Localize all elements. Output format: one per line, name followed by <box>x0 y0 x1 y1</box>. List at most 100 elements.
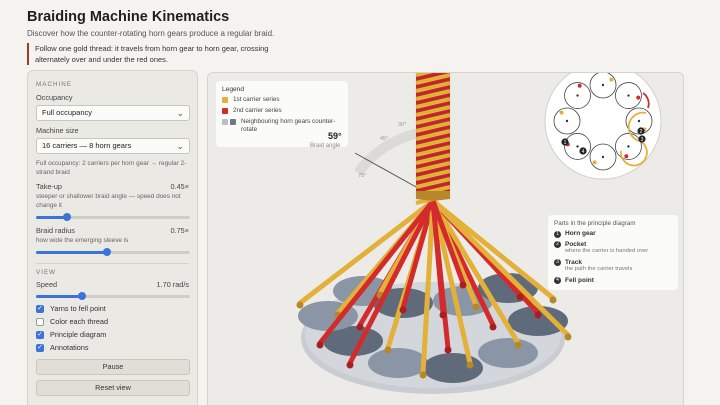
horn-gear <box>423 353 483 383</box>
carrier-bobbin <box>316 341 324 349</box>
speed-value: 1.70 rad/s <box>156 280 189 289</box>
carrier-bobbin <box>489 323 497 331</box>
part-title: Track <box>565 258 582 266</box>
svg-text:4: 4 <box>582 149 585 155</box>
part-title: Pocket <box>565 240 587 248</box>
angle-tick-45: 45° <box>380 136 389 142</box>
checkbox-2[interactable]: ✓ Principle diagram <box>36 330 189 339</box>
control-panel: MACHINE Occupancy Full occupancy ⌄ Machi… <box>27 70 198 405</box>
braid-radius-value: 0.75× <box>170 226 189 235</box>
takeup-note: steeper or shallower braid angle — speed… <box>36 193 181 209</box>
checkbox-checked-icon[interactable]: ✓ <box>36 304 44 313</box>
carrier-bobbin <box>399 306 407 314</box>
checkbox-label: Principle diagram <box>50 330 107 339</box>
pause-button[interactable]: Pause <box>36 359 190 375</box>
carrier-bobbin <box>384 346 392 354</box>
gold-thread-callout: Follow one gold thread: it travels from … <box>27 43 295 65</box>
chevron-down-icon: ⌄ <box>176 141 184 151</box>
angle-tick-75: 75° <box>358 173 367 179</box>
checkbox-1[interactable]: Color each thread <box>36 317 189 326</box>
principle-carrier <box>592 160 597 165</box>
chevron-down-icon: ⌄ <box>176 108 184 118</box>
braid-angle-label: Braid angle <box>310 143 341 149</box>
carrier-bobbin <box>419 371 427 379</box>
page-subtitle: Discover how the counter-rotating horn g… <box>27 29 275 38</box>
takeup-value: 0.45× <box>170 182 189 191</box>
part-number-badge: 4 <box>554 277 561 284</box>
slider-thumb[interactable] <box>102 248 111 256</box>
part-number-badge: 1 <box>554 230 561 238</box>
part-title: Fell point <box>565 276 594 284</box>
red-swatch <box>222 108 228 114</box>
slider-thumb[interactable] <box>62 213 71 221</box>
checkbox-empty-icon[interactable] <box>36 317 44 326</box>
carrier-bobbin <box>534 311 542 319</box>
checkbox-0[interactable]: ✓ Yarns to fell point <box>36 304 189 313</box>
parts-item: 1 Horn gear <box>554 230 672 238</box>
carrier-bobbin <box>459 281 467 289</box>
svg-text:1: 1 <box>564 140 567 146</box>
checkbox-label: Color each thread <box>50 317 109 326</box>
checkbox-checked-icon[interactable]: ✓ <box>36 330 44 339</box>
parts-item: 4 Fell point <box>554 276 672 284</box>
carrier-bobbin <box>346 361 354 369</box>
parts-item: 2 Pocket where the carrier is handed over <box>554 241 672 256</box>
occupancy-select[interactable]: Full occupancy ⌄ <box>36 105 190 121</box>
principle-diagram <box>544 73 662 180</box>
part-description: where the carrier is handed over <box>565 248 649 254</box>
carrier-bobbin <box>466 361 474 369</box>
carrier-bobbin <box>564 333 572 341</box>
braid-radius-label: Braid radius <box>36 226 75 235</box>
slider-thumb[interactable] <box>78 292 87 300</box>
braid-radius-slider[interactable] <box>36 248 190 256</box>
carrier-bobbin <box>514 341 522 349</box>
part-number-badge: 3 <box>554 259 561 266</box>
part-title: Horn gear <box>565 230 596 237</box>
speed-label: Speed <box>36 280 58 289</box>
carrier-bobbin <box>444 346 452 354</box>
svg-text:2: 2 <box>640 129 643 135</box>
takeup-label: Take-up <box>36 182 62 191</box>
speed-slider[interactable] <box>36 292 190 300</box>
principle-carrier <box>559 110 564 115</box>
view-section-heading: VIEW <box>36 269 57 276</box>
gear-swatch-light <box>222 119 228 125</box>
braid-angle-value: 59° <box>328 131 342 141</box>
angle-tick-30: 30° <box>398 122 407 128</box>
checkbox-label: Yarns to fell point <box>50 304 106 313</box>
occupancy-note: Full occupancy: 2 carriers per horn gear… <box>36 160 187 176</box>
carrier-bobbin <box>439 311 447 319</box>
part-number-badge: 2 <box>554 241 561 248</box>
reset-view-button[interactable]: Reset view <box>36 380 190 396</box>
fell-point <box>416 191 450 201</box>
svg-text:3: 3 <box>641 137 644 143</box>
gold-swatch <box>222 97 228 103</box>
machine-size-label: Machine size <box>36 126 79 135</box>
principle-carrier <box>624 154 629 159</box>
machine-section-heading: MACHINE <box>36 81 73 88</box>
checkbox-label: Annotations <box>50 343 89 352</box>
legend-item-horn-gears: Neighbouring horn gears counter-rotate <box>222 118 342 134</box>
takeup-slider[interactable] <box>36 213 190 221</box>
occupancy-label: Occupancy <box>36 93 73 102</box>
horn-gear <box>368 348 428 378</box>
gear-swatch-dark <box>230 119 236 125</box>
carrier-bobbin <box>516 293 524 301</box>
checkbox-checked-icon[interactable]: ✓ <box>36 343 44 352</box>
carrier-bobbin <box>549 296 557 304</box>
legend-item-1st-series: 1st carrier series <box>222 96 342 104</box>
parts-heading: Parts in the principle diagram <box>554 220 636 227</box>
page-title: Braiding Machine Kinematics <box>27 9 230 25</box>
principle-carrier <box>636 95 641 100</box>
legend-heading: Legend <box>222 86 245 93</box>
machine-size-select[interactable]: 16 carriers — 8 horn gears ⌄ <box>36 138 190 154</box>
checkbox-3[interactable]: ✓ Annotations <box>36 343 189 352</box>
horn-gear <box>478 338 538 368</box>
parts-panel: Parts in the principle diagram 1 Horn gea… <box>548 215 678 290</box>
occupancy-value: Full occupancy <box>42 108 93 117</box>
braid-radius-note: how wide the emerging sleeve is <box>36 237 129 244</box>
machine-size-value: 16 carriers — 8 horn gears <box>42 141 132 150</box>
principle-carrier <box>609 77 614 82</box>
section-divider <box>36 263 189 264</box>
braiding-3d-viewer[interactable]: 1 2 3 4 Legend 1st carrier series 2nd carri… <box>207 72 684 405</box>
